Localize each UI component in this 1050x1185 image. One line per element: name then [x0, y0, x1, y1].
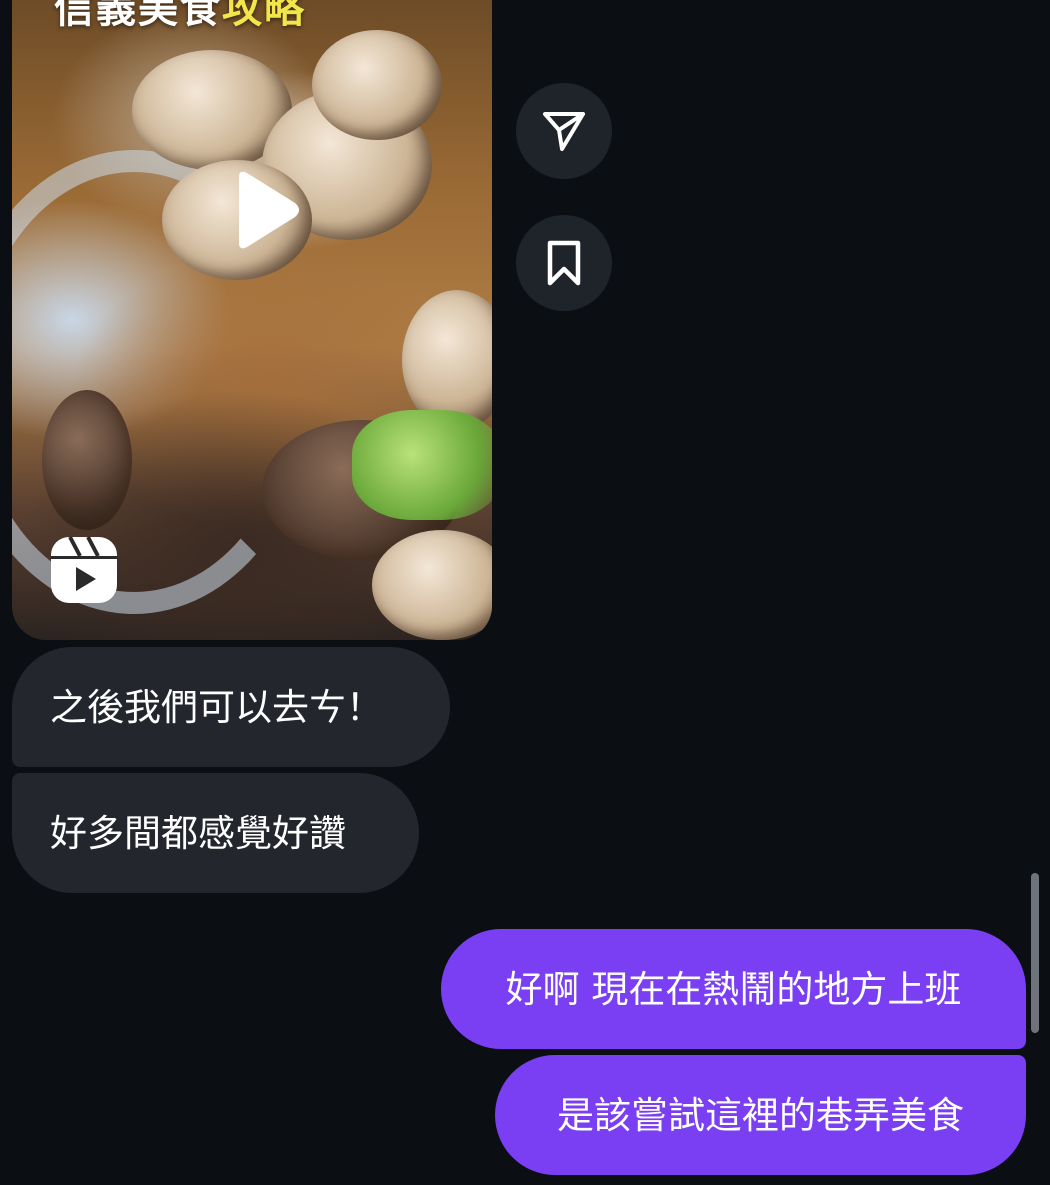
reels-icon	[51, 536, 117, 603]
clam-shell	[312, 30, 442, 140]
shared-reel-thumbnail[interactable]: 信義美食攻略	[12, 0, 492, 640]
scrollbar[interactable]	[1031, 873, 1039, 1033]
message-text: 是該嘗試這裡的巷弄美食	[557, 1093, 964, 1137]
clam-shell	[372, 530, 492, 640]
share-button[interactable]	[516, 83, 612, 179]
clam-shell	[402, 290, 492, 430]
reel-caption-highlight: 攻略	[222, 0, 306, 32]
paper-plane-icon	[543, 112, 585, 151]
message-text: 好多間都感覺好讚	[50, 811, 346, 855]
save-button[interactable]	[516, 215, 612, 311]
incoming-message[interactable]: 之後我們可以去ㄘ！	[12, 647, 450, 767]
outgoing-message[interactable]: 好啊 現在在熱鬧的地方上班	[441, 929, 1026, 1049]
reel-caption-prefix: 信義美食	[54, 0, 222, 32]
chat-thread: 信義美食攻略 之後我們可以去ㄘ！ 好多間都感覺好讚 好啊 現在在熱鬧的地方上班 …	[0, 0, 1050, 1185]
outgoing-message[interactable]: 是該嘗試這裡的巷弄美食	[495, 1055, 1026, 1175]
bookmark-icon	[547, 240, 581, 286]
green-onions	[352, 410, 492, 520]
clam-shell	[42, 390, 132, 530]
message-text: 好啊 現在在熱鬧的地方上班	[505, 967, 962, 1011]
incoming-message[interactable]: 好多間都感覺好讚	[12, 773, 419, 893]
message-text: 之後我們可以去ㄘ！	[50, 685, 383, 729]
play-icon[interactable]	[217, 165, 307, 255]
reel-caption: 信義美食攻略	[54, 0, 306, 34]
